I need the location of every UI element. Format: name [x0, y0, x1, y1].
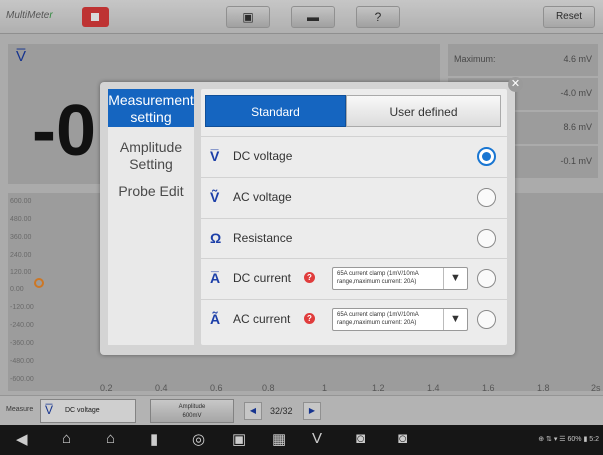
radio-dc-current[interactable]	[477, 269, 496, 288]
ac-voltage-icon: Ṽ	[210, 189, 220, 205]
radio-dc-voltage[interactable]	[477, 147, 496, 166]
option-ac-current[interactable]: Ã AC current ? 65A current clamp (1mV/10…	[201, 299, 507, 339]
option-ac-voltage[interactable]: Ṽ AC voltage	[201, 177, 507, 217]
dc-current-icon: A̅	[210, 270, 221, 286]
chevron-down-icon[interactable]: ▼	[443, 268, 467, 289]
dc-voltage-icon: V̅	[210, 148, 220, 164]
radio-ac-current[interactable]	[477, 310, 496, 329]
resistance-icon: Ω	[210, 230, 222, 246]
radio-resistance[interactable]	[477, 229, 496, 248]
close-icon[interactable]: ✕	[508, 77, 523, 92]
dc-current-clamp-select[interactable]: 65A current clamp (1mV/10mA range,maximu…	[332, 267, 468, 290]
option-dc-current[interactable]: A̅ DC current ? 65A current clamp (1mV/1…	[201, 258, 507, 298]
radio-ac-voltage[interactable]	[477, 188, 496, 207]
help-icon[interactable]: ?	[304, 313, 315, 324]
tab-user-defined[interactable]: User defined	[346, 95, 501, 127]
mode-tabs: Standard User defined	[205, 95, 501, 127]
sidebar-item-measurement-setting[interactable]: Measurement setting	[108, 89, 194, 127]
ac-current-clamp-select[interactable]: 65A current clamp (1mV/10mA range,maximu…	[332, 308, 468, 331]
sidebar-item-probe-edit[interactable]: Probe Edit	[108, 183, 194, 200]
help-icon[interactable]: ?	[304, 272, 315, 283]
chevron-down-icon[interactable]: ▼	[443, 309, 467, 330]
option-dc-voltage[interactable]: V̅ DC voltage	[201, 136, 507, 176]
ac-current-icon: Ã	[210, 311, 221, 327]
option-resistance[interactable]: Ω Resistance	[201, 218, 507, 258]
tab-standard[interactable]: Standard	[205, 95, 346, 127]
dialog-sidebar: Measurement setting Amplitude Setting Pr…	[108, 89, 194, 345]
sidebar-item-amplitude-setting[interactable]: Amplitude Setting	[108, 139, 194, 173]
